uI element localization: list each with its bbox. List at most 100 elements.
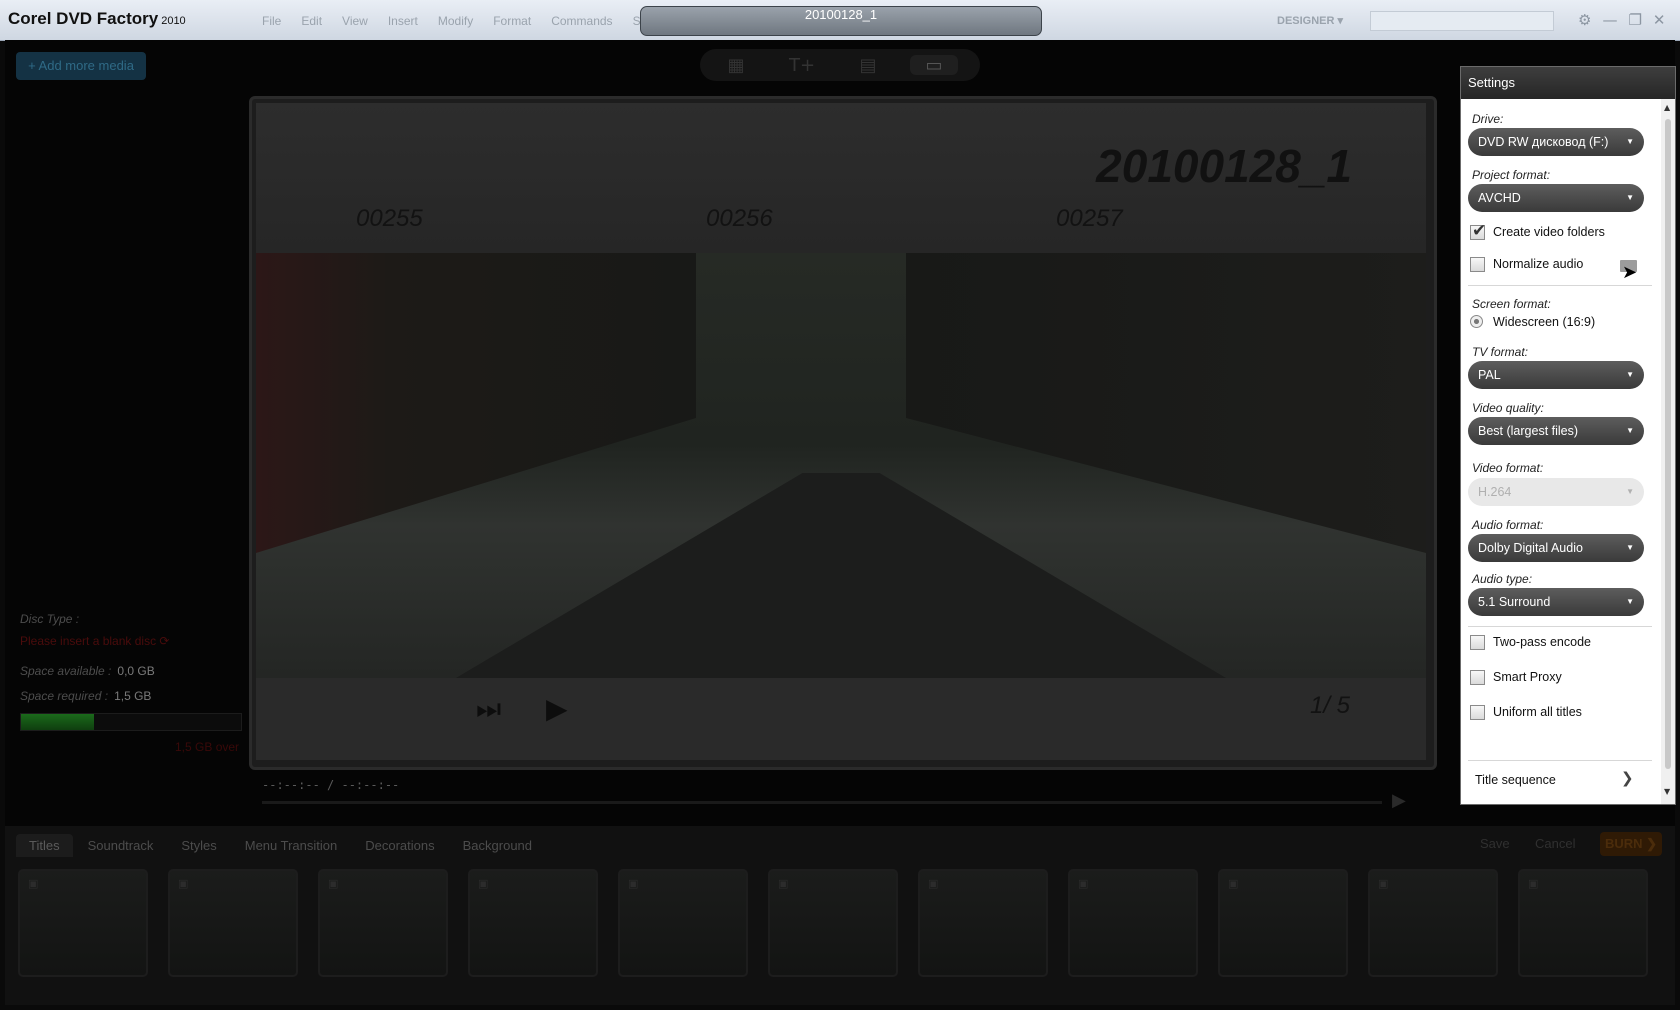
scrub-bar[interactable] (262, 801, 1382, 804)
menu-item-insert[interactable]: Insert (388, 14, 418, 28)
film-icon: ▣ (1228, 877, 1239, 890)
maximize-icon[interactable]: ❐ (1628, 11, 1641, 29)
chapter-label[interactable]: 00255 (356, 205, 423, 233)
film-icon: ▣ (328, 877, 339, 890)
audio-format-dropdown[interactable]: Dolby Digital Audio ▼ (1468, 534, 1644, 562)
template-thumbnail[interactable]: ▣ (468, 869, 598, 977)
film-icon: ▣ (1378, 877, 1389, 890)
menu-item-format[interactable]: Format (493, 14, 531, 28)
tab-soundtrack[interactable]: Soundtrack (75, 834, 167, 857)
template-thumbnail[interactable]: ▣ (18, 869, 148, 977)
film-icon: ▣ (928, 877, 939, 890)
film-icon: ▣ (1078, 877, 1089, 890)
mode-selector[interactable]: DESIGNER ▾ (1277, 14, 1343, 27)
template-tabs: Titles Soundtrack Styles Menu Transition Dec… (16, 834, 547, 857)
tab-decorations[interactable]: Decorations (352, 834, 447, 857)
tv-format-dropdown[interactable]: PAL ▼ (1468, 361, 1644, 389)
template-thumbnail[interactable]: ▣ (1368, 869, 1498, 977)
mouse-pointer-icon: ➤ (1622, 262, 1638, 283)
tab-titles[interactable]: Titles (16, 834, 73, 857)
video-quality-label: Video quality: (1472, 401, 1544, 415)
scroll-down-icon[interactable]: ▼ (1664, 787, 1670, 796)
template-thumbnail[interactable]: ▣ (1068, 869, 1198, 977)
document-title: 20100128_1 (640, 6, 1042, 36)
view-mode-bar: ▦ T+ ▤ ▭ (700, 49, 980, 81)
checkbox-box[interactable] (1470, 635, 1485, 650)
chevron-down-icon: ▼ (1626, 597, 1634, 606)
title-sequence-section[interactable]: Title sequence (1475, 773, 1556, 787)
gear-icon[interactable]: ⚙ (1578, 11, 1591, 29)
app-name: Corel DVD Factory 2010 (8, 9, 186, 28)
menu-item-view[interactable]: View (342, 14, 368, 28)
menu-item-commands[interactable]: Commands (551, 14, 612, 28)
film-icon: ▣ (628, 877, 639, 890)
add-text-icon[interactable]: T+ (778, 55, 826, 76)
template-thumbnail[interactable]: ▣ (318, 869, 448, 977)
cancel-button[interactable]: Cancel (1535, 836, 1575, 851)
film-icon: ▣ (778, 877, 789, 890)
menu-item-file[interactable]: File (262, 14, 281, 28)
template-thumbnail[interactable]: ▣ (768, 869, 898, 977)
check-icon: ✔ (1472, 221, 1487, 240)
checkbox-box[interactable]: ✔ (1470, 221, 1486, 240)
disc-warning: Please insert a blank disc ⟳ (20, 634, 170, 648)
drive-dropdown[interactable]: DVD RW дисковод (F:) ▼ (1468, 128, 1644, 156)
search-input[interactable] (1370, 11, 1554, 31)
scene-left (256, 253, 696, 553)
next-icon[interactable]: ⏭ (476, 692, 501, 726)
burn-button[interactable]: BURN ❯ (1600, 832, 1662, 856)
play-icon[interactable]: ▶ (546, 692, 568, 725)
scroll-up-icon[interactable]: ▲ (1664, 103, 1670, 112)
radio-button[interactable] (1470, 315, 1483, 328)
chevron-right-icon[interactable]: ❯ (1621, 769, 1634, 787)
timecode: --:--:-- / --:--:-- (262, 778, 400, 792)
chevron-down-icon: ▼ (1626, 487, 1634, 496)
space-required: Space required :1,5 GB (20, 689, 152, 703)
add-media-button[interactable]: + Add more media (16, 52, 146, 80)
background-video (256, 253, 1426, 678)
scrollbar-thumb[interactable] (1665, 119, 1671, 769)
project-format-dropdown[interactable]: AVCHD ▼ (1468, 184, 1644, 212)
film-icon: ▣ (1528, 877, 1539, 890)
minimize-icon[interactable]: — (1602, 11, 1617, 29)
checkbox-box[interactable] (1470, 705, 1485, 720)
template-thumbnail[interactable]: ▣ (918, 869, 1048, 977)
audio-format-label: Audio format: (1472, 518, 1544, 532)
play-preview-icon[interactable]: ▶ (1392, 790, 1406, 811)
preview-menu-title: 20100128_1 (1096, 140, 1352, 192)
menu-item-modify[interactable]: Modify (438, 14, 473, 28)
checkbox-box[interactable] (1470, 257, 1485, 272)
settings-header: Settings (1461, 67, 1675, 99)
film-icon: ▣ (28, 877, 39, 890)
tab-background[interactable]: Background (450, 834, 545, 857)
preview-icon[interactable]: ▭ (910, 55, 958, 76)
chapter-label[interactable]: 00257 (1056, 205, 1123, 233)
template-thumbnail[interactable]: ▣ (618, 869, 748, 977)
divider (1468, 285, 1652, 286)
chapter-label[interactable]: 00256 (706, 205, 773, 233)
scene-right (906, 253, 1426, 553)
settings-scrollbar[interactable]: ▲ ▼ (1661, 99, 1675, 804)
tab-menu-transition[interactable]: Menu Transition (232, 834, 351, 857)
audio-type-label: Audio type: (1472, 572, 1533, 586)
slideshow-icon[interactable]: ▤ (844, 55, 892, 76)
menu-preview[interactable]: 20100128_1 00255 00256 00257 ⏭ ▶ 1/ 5 (249, 96, 1437, 770)
window-controls: ⚙ — ❐ ✕ (1578, 11, 1676, 29)
video-format-label: Video format: (1472, 461, 1544, 475)
close-icon[interactable]: ✕ (1653, 11, 1666, 29)
settings-panel: Settings Drive: DVD RW дисковод (F:) ▼ Pr… (1460, 66, 1676, 805)
template-thumbnail[interactable]: ▣ (168, 869, 298, 977)
menu-item-edit[interactable]: Edit (301, 14, 322, 28)
template-thumbnail[interactable]: ▣ (1518, 869, 1648, 977)
tab-styles[interactable]: Styles (168, 834, 229, 857)
audio-type-dropdown[interactable]: 5.1 Surround ▼ (1468, 588, 1644, 616)
template-thumbnail[interactable]: ▣ (1218, 869, 1348, 977)
checkbox-box[interactable] (1470, 670, 1485, 685)
chevron-down-icon: ▼ (1626, 426, 1634, 435)
video-quality-dropdown[interactable]: Best (largest files) ▼ (1468, 417, 1644, 445)
disc-usage-bar (20, 713, 242, 731)
video-format-dropdown: H.264 ▼ (1468, 478, 1644, 506)
save-button[interactable]: Save (1480, 836, 1510, 851)
chapters-icon[interactable]: ▦ (712, 55, 760, 76)
bottom-panel: Titles Soundtrack Styles Menu Transition Dec… (5, 826, 1675, 1005)
